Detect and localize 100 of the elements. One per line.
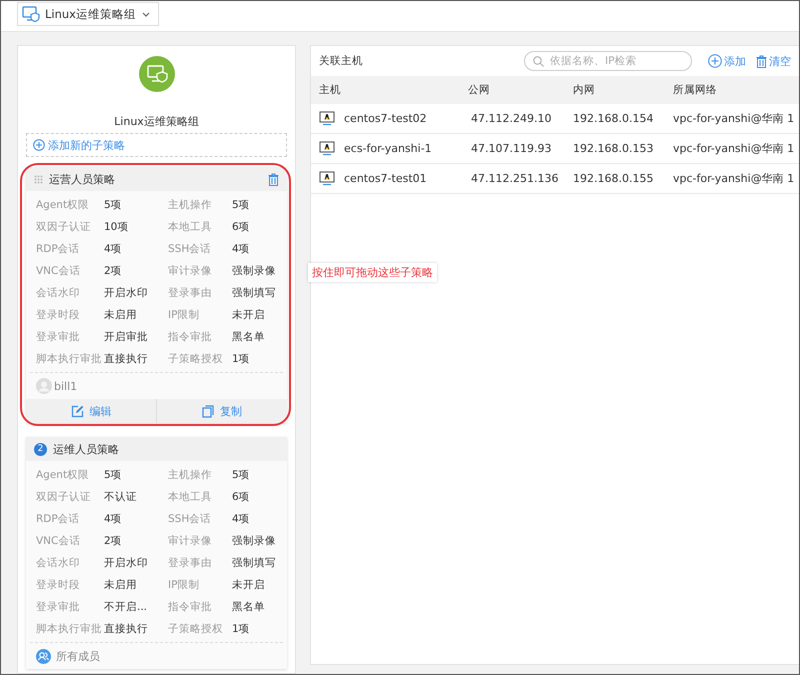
setting-label: 本地工具 [168, 220, 213, 234]
setting-label: 会话水印 [36, 556, 81, 570]
setting-value: 黑名单 [232, 330, 266, 344]
group-dropdown[interactable]: Linux运维策略组 [17, 2, 159, 26]
plus-circle-icon [33, 139, 45, 151]
setting-value: 强制填写 [232, 286, 277, 300]
setting-value: 黑名单 [232, 600, 266, 614]
add-button[interactable]: 添加 [706, 54, 748, 68]
setting-label: 指令审批 [168, 330, 213, 344]
setting-label: 登录审批 [36, 330, 81, 344]
setting-value: 未启用 [104, 578, 138, 592]
annotation-note: 按住即可拖动这些子策略 [308, 263, 437, 282]
setting-value: 5项 [104, 468, 123, 482]
policy-title: 运维人员策略 [53, 442, 120, 456]
monitor-shield-icon [22, 6, 40, 22]
setting-value: 2项 [104, 264, 123, 278]
table-cell-text: 47.112.251.136 [470, 172, 560, 185]
setting-value: 6项 [232, 220, 251, 234]
setting-value: 1项 [232, 622, 251, 636]
setting-label: 主机操作 [168, 468, 213, 482]
setting-value: 6项 [232, 490, 251, 504]
search-icon [533, 56, 544, 67]
setting-label: 脚本执行审批 [36, 622, 103, 636]
setting-label: 本地工具 [168, 490, 213, 504]
setting-value: 5项 [232, 468, 251, 482]
drag-handle-icon[interactable] [34, 174, 43, 184]
linux-host-icon [319, 141, 335, 156]
clear-button[interactable]: 清空 [754, 54, 793, 68]
setting-value: 4项 [104, 512, 123, 526]
table-cell-text: 192.168.0.154 [573, 112, 654, 125]
trash-icon[interactable] [268, 172, 279, 186]
policy-title: 运营人员策略 [49, 172, 116, 186]
linux-host-icon [319, 171, 335, 186]
setting-label: VNC会话 [36, 264, 82, 278]
members-label: 所有成员 [56, 648, 100, 664]
table-cell: vpc-for-yanshi@华南 1 [673, 171, 791, 186]
table-cell-text: 47.107.119.93 [470, 142, 552, 155]
setting-label: 指令审批 [168, 600, 213, 614]
search-field[interactable]: 依据名称、IP检索 [524, 51, 692, 71]
setting-value: 不开启... [104, 600, 148, 614]
setting-label: Agent权限 [36, 198, 90, 212]
setting-value: 开启审批 [104, 330, 149, 344]
owner-name: bill1 [54, 380, 78, 392]
host-name: centos7-test02 [344, 112, 427, 125]
avatar-icon [36, 378, 52, 394]
setting-label: IP限制 [168, 308, 200, 322]
setting-label: SSH会话 [168, 512, 212, 526]
setting-label: 登录事由 [168, 556, 213, 570]
column-header: 主机 [318, 83, 342, 97]
setting-label: 登录时段 [36, 578, 81, 592]
setting-label: 子策略授权 [168, 352, 224, 366]
setting-label: 双因子认证 [36, 490, 92, 504]
panel-title: 关联主机 [319, 54, 364, 68]
caret-icon [142, 12, 150, 16]
setting-value: 直接执行 [104, 622, 149, 636]
linux-host-icon [319, 111, 335, 126]
setting-label: VNC会话 [36, 534, 82, 548]
setting-label: 登录事由 [168, 286, 213, 300]
table-cell-text: 192.168.0.153 [573, 142, 654, 155]
setting-value: 5项 [232, 198, 251, 212]
plus-circle-icon [708, 54, 722, 68]
setting-label: 子策略授权 [168, 622, 224, 636]
setting-value: 10项 [104, 220, 130, 234]
setting-label: RDP会话 [36, 512, 81, 526]
setting-value: 直接执行 [104, 352, 149, 366]
group-name: Linux运维策略组 [114, 114, 199, 129]
setting-label: 双因子认证 [36, 220, 92, 234]
setting-value: 强制录像 [232, 534, 277, 548]
setting-value: 强制填写 [232, 556, 277, 570]
setting-value: 开启水印 [104, 286, 149, 300]
setting-value: 未启用 [104, 308, 138, 322]
monitor-shield-icon [138, 56, 174, 92]
users-icon [36, 648, 51, 664]
setting-label: 登录时段 [36, 308, 81, 322]
copy-icon [202, 404, 214, 418]
edit-icon [70, 404, 84, 418]
table-cell-text: 192.168.0.155 [573, 172, 654, 185]
setting-label: 脚本执行审批 [36, 352, 103, 366]
column-header: 内网 [573, 83, 596, 97]
setting-value: 开启水印 [104, 556, 149, 570]
setting-value: 2项 [104, 534, 123, 548]
setting-label: IP限制 [168, 578, 200, 592]
host-name: ecs-for-yanshi-1 [344, 142, 432, 155]
setting-value: 未开启 [232, 578, 266, 592]
setting-value: 4项 [232, 242, 251, 256]
host-name: centos7-test01 [344, 172, 427, 185]
trash-icon [756, 54, 767, 68]
setting-value: 5项 [104, 198, 123, 212]
setting-label: Agent权限 [36, 468, 90, 482]
column-header: 公网 [468, 83, 491, 97]
setting-label: 会话水印 [36, 286, 81, 300]
setting-value: 1项 [232, 352, 251, 366]
setting-value: 4项 [232, 512, 251, 526]
setting-label: RDP会话 [36, 242, 81, 256]
setting-label: 主机操作 [168, 198, 213, 212]
setting-label: SSH会话 [168, 242, 212, 256]
table-cell-text: 47.112.249.10 [470, 112, 552, 125]
add-subpolicy-button[interactable]: 添加新的子策略 [26, 133, 287, 157]
setting-value: 不认证 [104, 490, 138, 504]
number-badge: 2 [34, 442, 47, 456]
